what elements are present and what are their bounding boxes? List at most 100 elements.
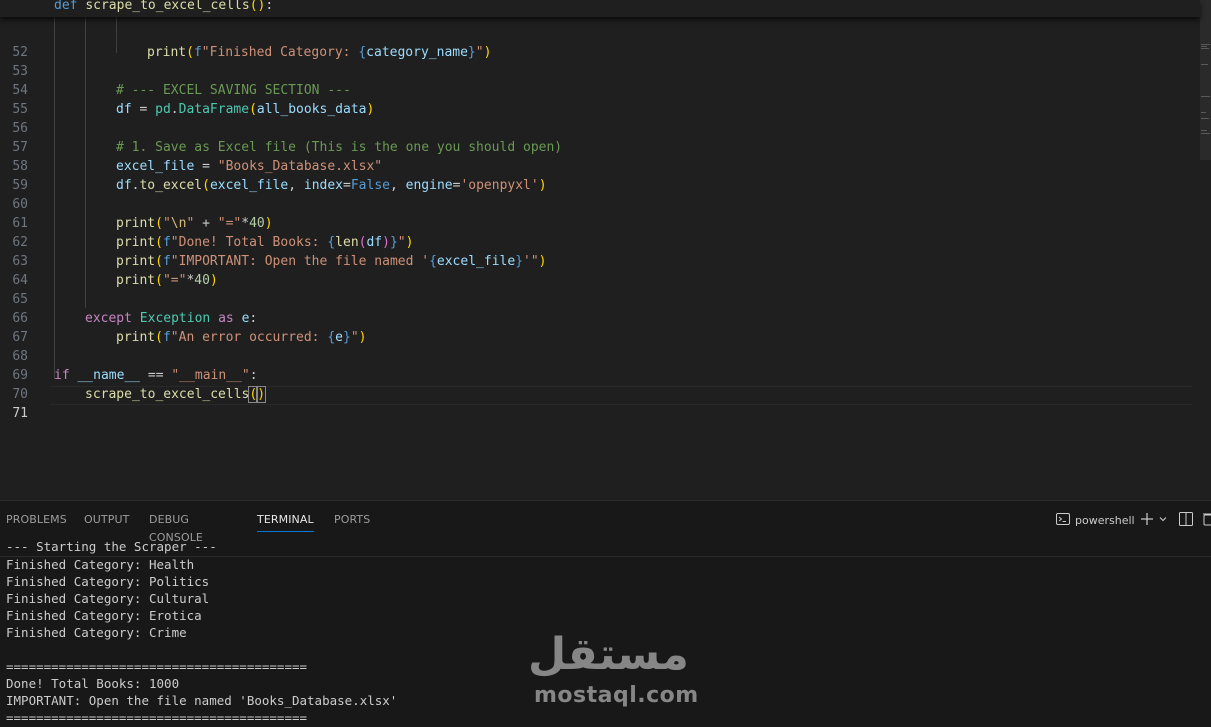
def-keyword: def (54, 0, 78, 13)
string-literal: "Books_Database.xlsx" (217, 159, 383, 174)
print-call: print (116, 235, 156, 250)
string-literal: " (162, 216, 171, 231)
terminal-line: ======================================== (6, 659, 308, 674)
brace: { (327, 235, 336, 250)
except-keyword: except (85, 311, 132, 326)
fstring-prefix: f (193, 45, 202, 60)
minimap-line (1201, 130, 1207, 131)
number-literal: 40 (194, 273, 210, 288)
constant: False (350, 178, 390, 193)
code-line[interactable]: 62 print("\n" + "="*40) (0, 214, 1195, 250)
tab-ports[interactable]: PORTS (334, 511, 370, 529)
code-line[interactable]: 60 df.to_excel(excel_file, index=False, … (0, 176, 1195, 212)
code-line[interactable]: 55 # --- EXCEL SAVING SECTION --- (0, 81, 1195, 117)
plus-icon (1140, 512, 1154, 529)
line-number: 6 (0, 15, 28, 17)
minimap-line (1201, 48, 1209, 49)
code-line[interactable]: 64 print(f"IMPORTANT: Open the file name… (0, 252, 1195, 288)
trash-icon (1203, 512, 1211, 529)
code-line[interactable]: 63 print(f"Done! Total Books: {len(df)}"… (0, 233, 1195, 269)
terminal-line: Done! Total Books: 1000 (6, 676, 180, 691)
paren: ) (538, 178, 547, 193)
paren: ( (155, 235, 163, 250)
code-line[interactable]: 68 print(f"An error occurred: {e}") (0, 328, 1195, 364)
split-terminal-button[interactable] (1179, 510, 1193, 530)
print-call: print (116, 273, 156, 288)
escape-sequence: \n (170, 216, 187, 231)
terminal-dropdown-button[interactable] (1158, 510, 1168, 530)
code-editor[interactable]: break 6 def scrape_to_excel_cells(): 52 … (0, 0, 1211, 500)
string-literal: "=" (162, 273, 187, 288)
operator: = (194, 159, 218, 174)
variable: all_books_data (256, 102, 367, 117)
terminal-line: ======================================== (6, 710, 308, 725)
kill-terminal-button[interactable] (1203, 510, 1211, 530)
terminal-shell-selector[interactable]: powershell (1056, 510, 1135, 530)
paren: ) (405, 235, 414, 250)
paren: ) (538, 254, 547, 269)
terminal-line: Finished Category: Crime (6, 625, 187, 640)
tab-output[interactable]: OUTPUT (84, 511, 129, 529)
string-literal: "=" (217, 216, 242, 231)
code-line[interactable]: 66 (0, 290, 1195, 326)
terminal-icon (1056, 512, 1070, 529)
code-line[interactable]: 53 print(f"Finished Category: {category_… (0, 43, 1195, 79)
paren: ( (155, 216, 163, 231)
fstring-prefix: f (162, 254, 171, 269)
brace: { (358, 45, 367, 60)
line-number: 71 (12, 406, 28, 421)
string-literal: " (350, 330, 359, 345)
brace: } (467, 45, 476, 60)
editor-scrollbar[interactable] (1200, 0, 1211, 160)
fstring-prefix: f (162, 235, 171, 250)
comment: # 1. Save as Excel file (This is the one… (116, 140, 563, 155)
code-line[interactable]: 70 if __name__ == "__main__": (0, 366, 1195, 402)
code-line[interactable]: 54 (0, 62, 1195, 98)
keyword-argument: index (303, 178, 344, 193)
mostaql-watermark: مستقل mostaql.com (528, 630, 698, 712)
string-literal: '" (523, 254, 539, 269)
keyword-argument: engine (405, 178, 453, 193)
code-line[interactable]: 69 (0, 347, 1195, 383)
brace: } (515, 254, 524, 269)
operator: == (140, 368, 172, 383)
code-line[interactable]: 67 except Exception as e: (0, 309, 1195, 345)
code-line[interactable]: 59 excel_file = "Books_Database.xlsx" (0, 157, 1195, 193)
number-literal: 40 (249, 216, 265, 231)
string-literal: "An error occurred: (170, 330, 328, 345)
code-line[interactable]: 65 print("="*40) (0, 271, 1195, 307)
string-literal: "__main__" (171, 368, 250, 383)
paren: ( (155, 273, 163, 288)
terminal-line: --- Starting the Scraper --- (6, 539, 217, 554)
class-name: Exception (139, 311, 211, 326)
new-terminal-button[interactable] (1140, 510, 1154, 530)
paren: ( (155, 330, 163, 345)
code-line[interactable]: 58 # 1. Save as Excel file (This is the … (0, 138, 1195, 174)
operator: = (131, 102, 156, 117)
variable: df (116, 102, 132, 117)
tab-terminal[interactable]: TERMINAL (257, 511, 314, 532)
code-line[interactable]: 52 (0, 24, 1195, 60)
sticky-scroll-header[interactable]: 6 def scrape_to_excel_cells(): (0, 0, 1200, 17)
fstring-prefix: f (162, 330, 171, 345)
builtin-function: len (335, 235, 359, 250)
variable: excel_file (436, 254, 516, 269)
code-line[interactable]: 57 (0, 119, 1195, 155)
paren: ( (249, 102, 257, 117)
code-line[interactable]: 56 df = pd.DataFrame(all_books_data) (0, 100, 1195, 136)
paren: ) (366, 102, 375, 117)
code-line-current[interactable]: 71 scrape_to_excel_cells() (0, 385, 1195, 421)
colon: : (249, 368, 258, 383)
terminal-line: Finished Category: Health (6, 557, 195, 572)
minimap-line (1201, 64, 1208, 65)
tab-problems[interactable]: PROBLEMS (6, 511, 67, 529)
bracket-match: ) (256, 386, 267, 403)
code-line[interactable]: 61 (0, 195, 1195, 231)
variable: excel_file (209, 178, 289, 193)
string-literal: " (475, 45, 484, 60)
if-keyword: if (54, 368, 70, 383)
brace: } (389, 235, 398, 250)
variable: e (335, 330, 343, 345)
paren: ) (483, 45, 492, 60)
terminal-line: Finished Category: Cultural (6, 591, 210, 606)
